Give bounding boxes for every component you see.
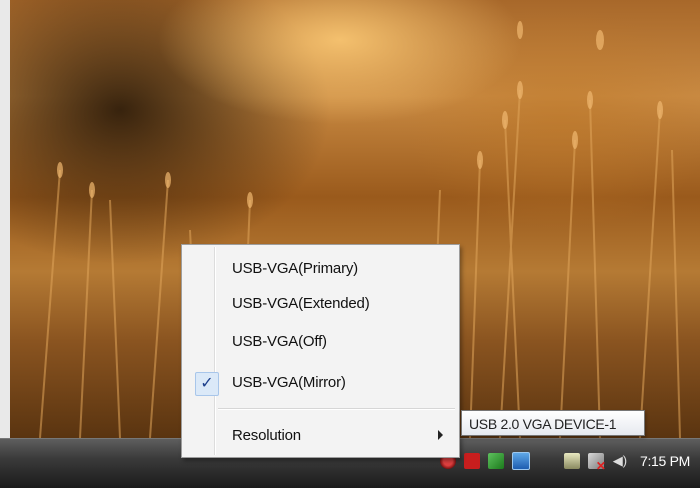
menu-separator: [218, 408, 455, 410]
menu-item-label: USB-VGA(Mirror): [232, 373, 346, 391]
menu-item-resolution[interactable]: Resolution: [182, 419, 459, 451]
network-disconnected-icon[interactable]: ✕: [587, 453, 606, 472]
window-edge: [0, 0, 10, 487]
taskbar-clock[interactable]: 7:15 PM: [640, 453, 690, 469]
menu-item-mirror[interactable]: ✓ USB-VGA(Mirror): [182, 366, 459, 398]
menu-item-label: USB-VGA(Extended): [232, 294, 370, 312]
submenu-arrow-icon: [438, 430, 443, 440]
antivirus-icon[interactable]: [487, 453, 504, 469]
usb-vga-context-menu: USB-VGA(Primary) USB-VGA(Extended) USB-V…: [181, 244, 460, 458]
checkmark-icon: ✓: [195, 372, 219, 396]
usb-vga-icon[interactable]: [511, 452, 530, 470]
pdf-icon[interactable]: [463, 453, 480, 469]
menu-item-label: USB-VGA(Primary): [232, 259, 358, 277]
safely-remove-icon[interactable]: [563, 453, 580, 469]
menu-item-label: Resolution: [232, 426, 301, 444]
menu-item-off[interactable]: USB-VGA(Off): [182, 325, 459, 357]
system-tray: ✕ ◀) 7:15 PM: [436, 448, 700, 474]
volume-icon[interactable]: ◀): [612, 453, 628, 469]
menu-item-extended[interactable]: USB-VGA(Extended): [182, 287, 459, 319]
menu-item-primary[interactable]: USB-VGA(Primary): [182, 252, 459, 284]
menu-item-label: USB-VGA(Off): [232, 332, 327, 350]
tray-tooltip: USB 2.0 VGA DEVICE-1: [461, 410, 645, 436]
